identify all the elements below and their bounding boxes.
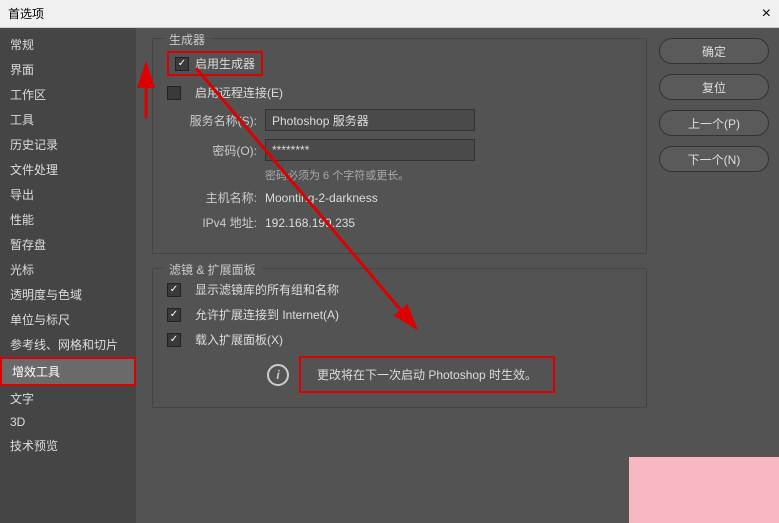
load-panels-checkbox[interactable] <box>167 333 181 347</box>
plugins-fieldset: 滤镜 & 扩展面板 显示滤镜库的所有组和名称 允许扩展连接到 Internet(… <box>152 268 647 408</box>
prev-button[interactable]: 上一个(P) <box>659 110 769 136</box>
password-hint: 密码必须为 6 个字符或更长。 <box>265 167 632 183</box>
reset-button[interactable]: 复位 <box>659 74 769 100</box>
dialog-buttons: 确定 复位 上一个(P) 下一个(N) <box>659 28 779 523</box>
pink-overlay <box>629 457 779 523</box>
next-button[interactable]: 下一个(N) <box>659 146 769 172</box>
sidebar-item-type[interactable]: 文字 <box>0 386 136 411</box>
ip-label: IPv4 地址: <box>167 214 257 231</box>
sidebar-item-export[interactable]: 导出 <box>0 182 136 207</box>
enable-generator-checkbox[interactable] <box>175 57 189 71</box>
service-name-label: 服务名称(S): <box>167 112 257 129</box>
ok-button[interactable]: 确定 <box>659 38 769 64</box>
enable-remote-checkbox[interactable] <box>167 86 181 100</box>
sidebar-item-interface[interactable]: 界面 <box>0 57 136 82</box>
password-input[interactable] <box>265 139 475 161</box>
info-icon: i <box>267 364 289 386</box>
load-panels-label: 载入扩展面板(X) <box>195 331 283 348</box>
enable-generator-label: 启用生成器 <box>195 55 255 72</box>
enable-remote-label: 启用远程连接(E) <box>195 84 283 101</box>
close-icon[interactable]: × <box>762 5 771 23</box>
password-label: 密码(O): <box>167 142 257 159</box>
host-value: Moonting-2-darkness <box>265 191 378 205</box>
service-name-input[interactable] <box>265 109 475 131</box>
generator-fieldset: 生成器 启用生成器 启用远程连接(E) 服务名称(S): 密码(O): 密码必须… <box>152 38 647 254</box>
dialog-title: 首选项 <box>8 5 44 22</box>
sidebar-item-guides[interactable]: 参考线、网格和切片 <box>0 332 136 357</box>
show-all-filters-checkbox[interactable] <box>167 283 181 297</box>
sidebar-item-cursor[interactable]: 光标 <box>0 257 136 282</box>
sidebar-item-filehandling[interactable]: 文件处理 <box>0 157 136 182</box>
ip-value: 192.168.199.235 <box>265 216 355 230</box>
sidebar-item-techpreview[interactable]: 技术预览 <box>0 433 136 458</box>
allow-internet-checkbox[interactable] <box>167 308 181 322</box>
generator-legend: 生成器 <box>163 31 211 48</box>
sidebar-item-workspace[interactable]: 工作区 <box>0 82 136 107</box>
sidebar-item-scratch[interactable]: 暂存盘 <box>0 232 136 257</box>
host-label: 主机名称: <box>167 189 257 206</box>
sidebar-item-3d[interactable]: 3D <box>0 411 136 433</box>
sidebar-item-tools[interactable]: 工具 <box>0 107 136 132</box>
sidebar: 常规 界面 工作区 工具 历史记录 文件处理 导出 性能 暂存盘 光标 透明度与… <box>0 28 136 523</box>
main-panel: 生成器 启用生成器 启用远程连接(E) 服务名称(S): 密码(O): 密码必须… <box>136 28 659 523</box>
restart-info-text: 更改将在下一次启动 Photoshop 时生效。 <box>299 356 555 393</box>
sidebar-item-history[interactable]: 历史记录 <box>0 132 136 157</box>
plugins-legend: 滤镜 & 扩展面板 <box>163 261 262 278</box>
sidebar-item-general[interactable]: 常规 <box>0 32 136 57</box>
sidebar-item-units[interactable]: 单位与标尺 <box>0 307 136 332</box>
show-all-filters-label: 显示滤镜库的所有组和名称 <box>195 281 339 298</box>
sidebar-item-plugins[interactable]: 增效工具 <box>0 357 136 386</box>
sidebar-item-performance[interactable]: 性能 <box>0 207 136 232</box>
sidebar-item-transparency[interactable]: 透明度与色域 <box>0 282 136 307</box>
allow-internet-label: 允许扩展连接到 Internet(A) <box>195 306 339 323</box>
